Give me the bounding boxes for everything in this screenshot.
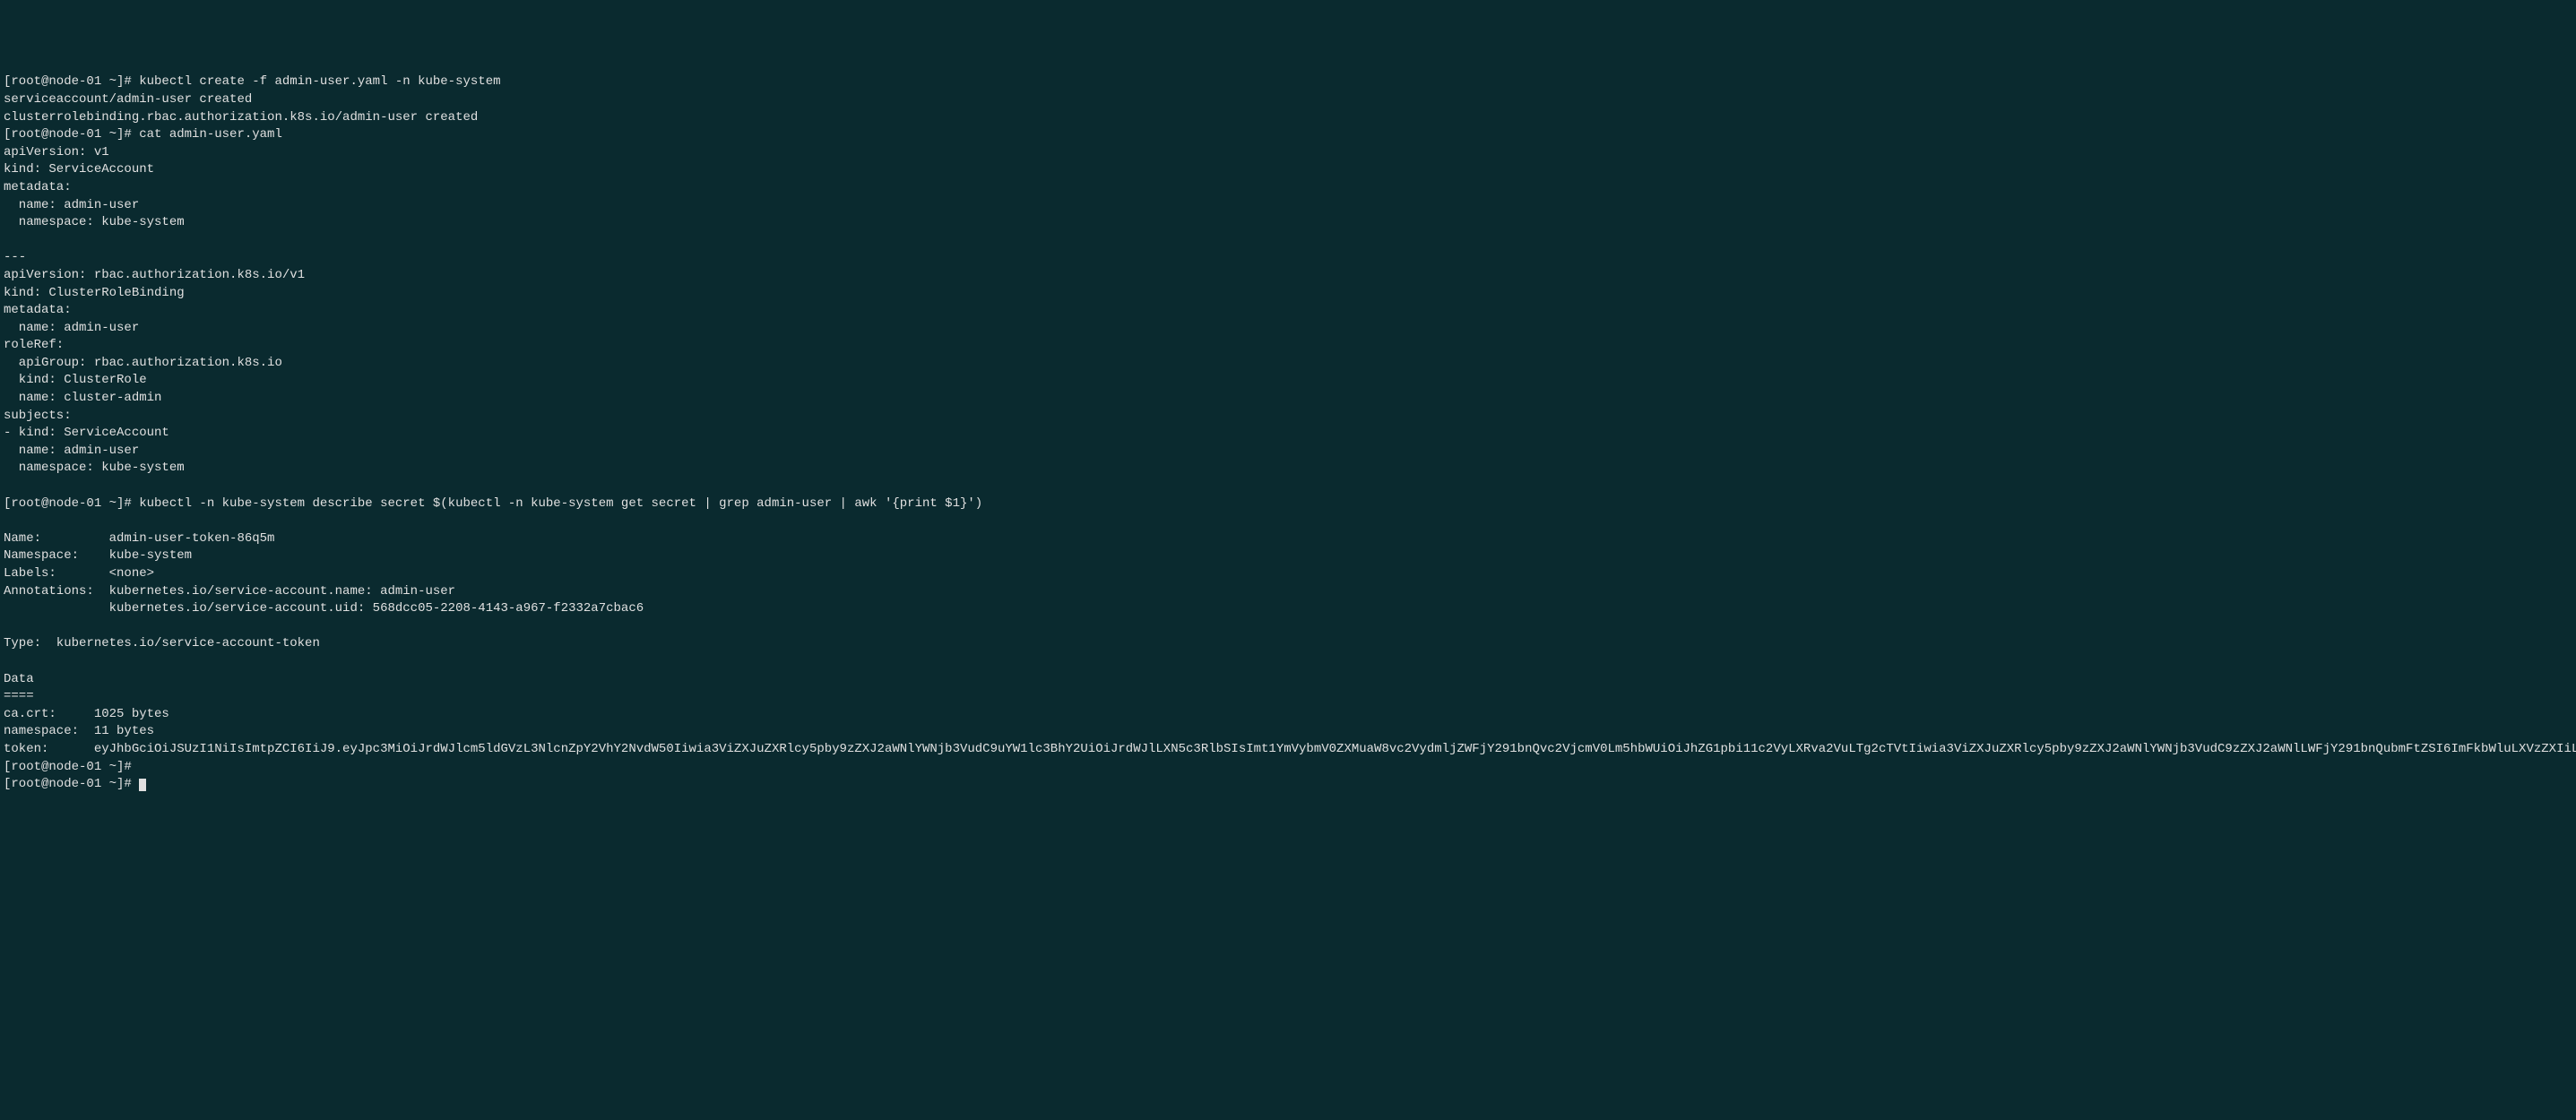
terminal-line: Name: admin-user-token-86q5m xyxy=(4,531,274,546)
terminal-line: Type: kubernetes.io/service-account-toke… xyxy=(4,636,320,650)
terminal-line: Namespace: kube-system xyxy=(4,548,192,563)
terminal-line: kind: ClusterRoleBinding xyxy=(4,286,185,300)
terminal-line: Annotations: kubernetes.io/service-accou… xyxy=(4,584,455,599)
terminal-line: apiGroup: rbac.authorization.k8s.io xyxy=(4,356,282,370)
terminal-line: kind: ServiceAccount xyxy=(4,162,154,177)
terminal-line: [root@node-01 ~]# kubectl -n kube-system… xyxy=(4,496,982,511)
terminal-line: roleRef: xyxy=(4,338,64,352)
terminal-line: apiVersion: v1 xyxy=(4,145,109,159)
terminal-line: [root@node-01 ~]# xyxy=(4,760,132,774)
terminal-line: metadata: xyxy=(4,180,72,194)
terminal-line: name: admin-user xyxy=(4,444,139,458)
terminal-line: kubernetes.io/service-account.uid: 568dc… xyxy=(4,601,644,616)
cursor xyxy=(139,779,146,791)
terminal-line: name: admin-user xyxy=(4,198,139,212)
terminal-line: [root@node-01 ~]# kubectl create -f admi… xyxy=(4,74,501,89)
terminal-line: ca.crt: 1025 bytes xyxy=(4,707,169,721)
terminal-line: metadata: xyxy=(4,303,72,317)
terminal-line: [root@node-01 ~]# xyxy=(4,777,139,791)
terminal-line: kind: ClusterRole xyxy=(4,373,147,387)
terminal-line: - kind: ServiceAccount xyxy=(4,426,169,440)
terminal-line: serviceaccount/admin-user created xyxy=(4,92,252,107)
terminal-line: Labels: <none> xyxy=(4,566,154,581)
terminal-line: name: cluster-admin xyxy=(4,391,161,405)
terminal-line: --- xyxy=(4,250,26,264)
terminal-line: [root@node-01 ~]# cat admin-user.yaml xyxy=(4,127,282,142)
terminal-line: namespace: kube-system xyxy=(4,215,185,229)
terminal-line: clusterrolebinding.rbac.authorization.k8… xyxy=(4,110,478,125)
terminal-output[interactable]: [root@node-01 ~]# kubectl create -f admi… xyxy=(4,73,2572,793)
terminal-line: ==== xyxy=(4,689,34,703)
terminal-line: namespace: 11 bytes xyxy=(4,724,154,738)
terminal-line: subjects: xyxy=(4,409,72,423)
terminal-line: apiVersion: rbac.authorization.k8s.io/v1 xyxy=(4,268,305,282)
terminal-line: token: eyJhbGciOiJSUzI1NiIsImtpZCI6IiJ9.… xyxy=(4,742,2576,756)
terminal-line: namespace: kube-system xyxy=(4,461,185,475)
terminal-line: name: admin-user xyxy=(4,321,139,335)
terminal-line: Data xyxy=(4,672,34,686)
